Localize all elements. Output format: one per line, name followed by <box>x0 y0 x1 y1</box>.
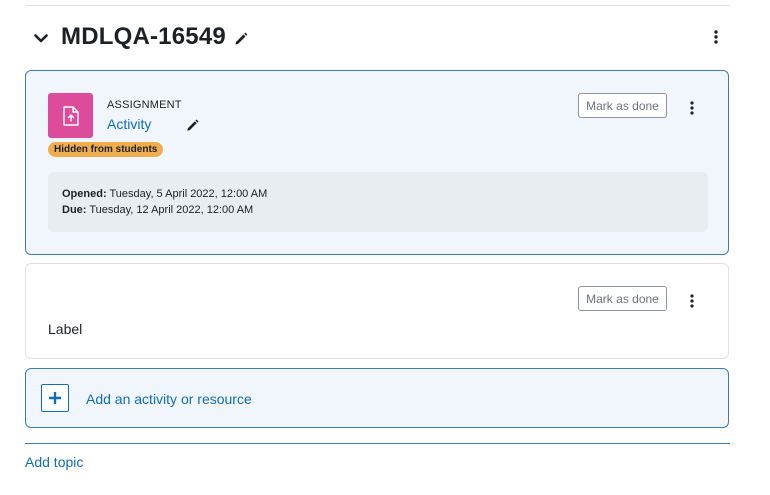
activity-dates: Opened: Tuesday, 5 April 2022, 12:00 AM … <box>48 172 708 232</box>
opened-value: Tuesday, 5 April 2022, 12:00 AM <box>109 188 268 200</box>
label-activity-card: Mark as done Label <box>25 263 729 359</box>
add-activity-link[interactable]: Add an activity or resource <box>86 391 252 407</box>
top-divider <box>25 5 730 6</box>
section-divider <box>25 443 730 444</box>
kebab-icon[interactable] <box>686 290 698 312</box>
due-date: Due: Tuesday, 12 April 2022, 12:00 AM <box>62 204 253 216</box>
add-activity-card[interactable]: Add an activity or resource <box>25 368 729 428</box>
due-value: Tuesday, 12 April 2022, 12:00 AM <box>89 204 254 216</box>
hidden-from-students-badge: Hidden from students <box>48 142 164 157</box>
opened-date: Opened: Tuesday, 5 April 2022, 12:00 AM <box>62 188 267 200</box>
mark-as-done-button[interactable]: Mark as done <box>578 286 667 311</box>
activity-name-link[interactable]: Activity <box>107 116 151 132</box>
kebab-icon[interactable] <box>710 26 722 48</box>
module-type-label: ASSIGNMENT <box>107 99 182 111</box>
plus-icon[interactable] <box>41 384 69 412</box>
assignment-activity-card: ASSIGNMENT Activity Hidden from students… <box>25 70 729 255</box>
opened-label: Opened: <box>62 188 107 200</box>
pencil-icon[interactable] <box>185 118 200 133</box>
kebab-icon[interactable] <box>686 97 698 119</box>
chevron-down-icon[interactable] <box>31 28 51 48</box>
section-title: MDLQA-16549 <box>61 23 226 50</box>
add-topic-link[interactable]: Add topic <box>25 454 83 470</box>
mark-as-done-button[interactable]: Mark as done <box>578 93 667 118</box>
section-header: MDLQA-16549 <box>25 18 730 58</box>
label-text: Label <box>48 321 83 337</box>
due-label: Due: <box>62 204 87 216</box>
pencil-icon[interactable] <box>233 31 249 47</box>
assignment-upload-icon <box>48 93 93 138</box>
